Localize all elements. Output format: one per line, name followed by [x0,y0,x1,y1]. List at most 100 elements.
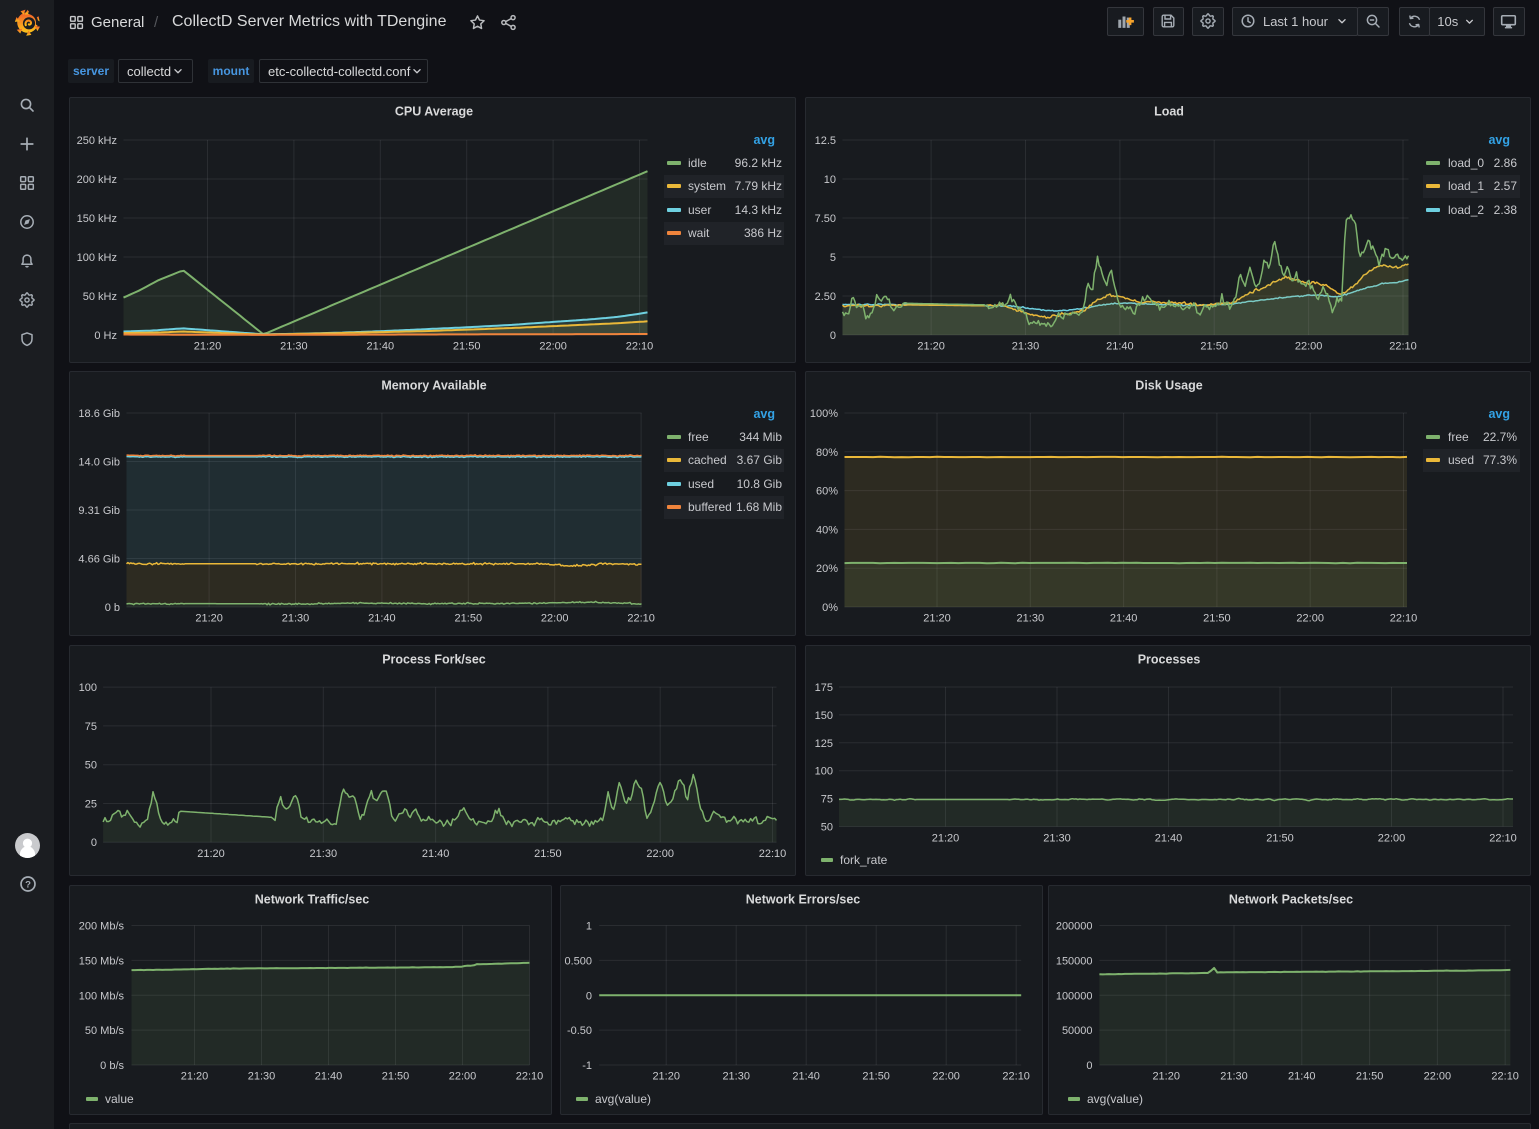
svg-text:21:20: 21:20 [652,1070,680,1082]
svg-text:21:30: 21:30 [247,1070,275,1082]
svg-text:9.31 Gib: 9.31 Gib [78,505,120,517]
svg-text:25: 25 [84,798,96,810]
svg-text:0: 0 [829,330,835,342]
svg-text:22:10: 22:10 [758,848,786,860]
svg-text:Disk Usage: Disk Usage [1135,379,1202,393]
svg-text:100: 100 [78,682,96,694]
svg-text:21:20: 21:20 [180,1070,208,1082]
svg-text:21:20: 21:20 [193,341,221,353]
svg-text:22:00: 22:00 [1423,1070,1451,1082]
svg-text:0: 0 [1086,1060,1092,1072]
svg-text:22:00: 22:00 [1294,341,1322,353]
svg-text:21:40: 21:40 [368,613,396,625]
svg-text:1: 1 [586,920,592,932]
svg-text:22:10: 22:10 [625,341,653,353]
svg-text:21:20: 21:20 [195,613,223,625]
svg-text:21:20: 21:20 [197,848,225,860]
svg-text:40%: 40% [815,524,837,536]
svg-text:100 Mb/s: 100 Mb/s [78,990,124,1002]
svg-text:Process Fork/sec: Process Fork/sec [382,652,486,666]
svg-text:175: 175 [814,682,832,694]
svg-text:22:00: 22:00 [646,848,674,860]
svg-text:21:50: 21:50 [534,848,562,860]
svg-text:125: 125 [814,737,832,749]
svg-text:21:30: 21:30 [309,848,337,860]
svg-text:150: 150 [814,710,832,722]
svg-text:5: 5 [829,252,835,264]
svg-text:21:50: 21:50 [1200,341,1228,353]
svg-text:75: 75 [820,793,832,805]
svg-text:50 Mb/s: 50 Mb/s [84,1025,124,1037]
svg-text:4.66 Gib: 4.66 Gib [78,554,120,566]
svg-text:21:20: 21:20 [923,613,951,625]
svg-text:21:50: 21:50 [381,1070,409,1082]
svg-text:Processes: Processes [1137,652,1200,666]
svg-text:10: 10 [823,174,835,186]
svg-text:21:40: 21:40 [1106,341,1134,353]
svg-text:22:10: 22:10 [515,1070,543,1082]
svg-text:60%: 60% [815,486,837,498]
svg-text:200 kHz: 200 kHz [76,174,116,186]
svg-text:2.50: 2.50 [814,291,835,303]
svg-text:22:00: 22:00 [932,1070,960,1082]
svg-text:21:40: 21:40 [1109,613,1137,625]
svg-text:22:00: 22:00 [1377,832,1405,844]
svg-text:22:10: 22:10 [1491,1070,1519,1082]
svg-text:22:00: 22:00 [540,613,568,625]
svg-text:21:40: 21:40 [314,1070,341,1082]
svg-text:Network Packets/sec: Network Packets/sec [1228,892,1352,906]
svg-text:21:30: 21:30 [1016,613,1044,625]
svg-text:21:40: 21:40 [792,1070,820,1082]
svg-text:CPU Average: CPU Average [394,105,472,119]
svg-text:100: 100 [814,765,832,777]
svg-text:22:00: 22:00 [539,341,567,353]
svg-text:0: 0 [90,837,96,849]
svg-text:21:50: 21:50 [1355,1070,1383,1082]
svg-text:100000: 100000 [1055,990,1092,1002]
svg-text:75: 75 [84,721,96,733]
svg-text:150000: 150000 [1055,955,1092,967]
svg-text:21:50: 21:50 [1203,613,1231,625]
svg-text:21:50: 21:50 [1266,832,1294,844]
svg-text:-0.50: -0.50 [567,1025,592,1037]
svg-text:50: 50 [84,759,96,771]
svg-text:250 kHz: 250 kHz [76,135,116,147]
svg-text:50000: 50000 [1062,1025,1093,1037]
svg-text:21:30: 21:30 [1043,832,1071,844]
svg-text:22:10: 22:10 [627,613,655,625]
svg-text:200000: 200000 [1055,920,1092,932]
svg-text:21:30: 21:30 [1220,1070,1248,1082]
svg-text:21:30: 21:30 [722,1070,750,1082]
svg-text:0 b: 0 b [104,602,119,614]
svg-text:100%: 100% [809,408,837,420]
svg-text:22:00: 22:00 [1296,613,1324,625]
svg-text:21:40: 21:40 [421,848,449,860]
svg-text:0.500: 0.500 [564,955,592,967]
svg-text:22:10: 22:10 [1389,341,1417,353]
svg-text:21:30: 21:30 [281,613,309,625]
svg-text:21:50: 21:50 [862,1070,890,1082]
svg-text:0: 0 [586,990,592,1002]
svg-text:21:30: 21:30 [280,341,308,353]
svg-text:7.50: 7.50 [814,213,835,225]
svg-text:21:20: 21:20 [931,832,959,844]
svg-text:21:30: 21:30 [1011,341,1039,353]
svg-text:12.5: 12.5 [814,135,835,147]
svg-text:21:40: 21:40 [1154,832,1182,844]
svg-text:22:10: 22:10 [1489,832,1517,844]
svg-text:21:50: 21:50 [454,613,482,625]
svg-text:18.6 Gib: 18.6 Gib [78,408,120,420]
svg-text:0 b/s: 0 b/s [100,1060,124,1072]
svg-text:21:40: 21:40 [1288,1070,1316,1082]
svg-text:100 kHz: 100 kHz [76,252,116,264]
svg-text:150 kHz: 150 kHz [76,213,116,225]
svg-text:50 kHz: 50 kHz [82,291,116,303]
svg-text:21:40: 21:40 [366,341,394,353]
svg-text:21:50: 21:50 [452,341,480,353]
svg-text:22:00: 22:00 [448,1070,476,1082]
svg-text:21:20: 21:20 [1152,1070,1180,1082]
svg-text:22:10: 22:10 [1389,613,1417,625]
svg-text:21:20: 21:20 [917,341,945,353]
svg-text:80%: 80% [815,447,837,459]
svg-text:?: ? [25,879,31,890]
